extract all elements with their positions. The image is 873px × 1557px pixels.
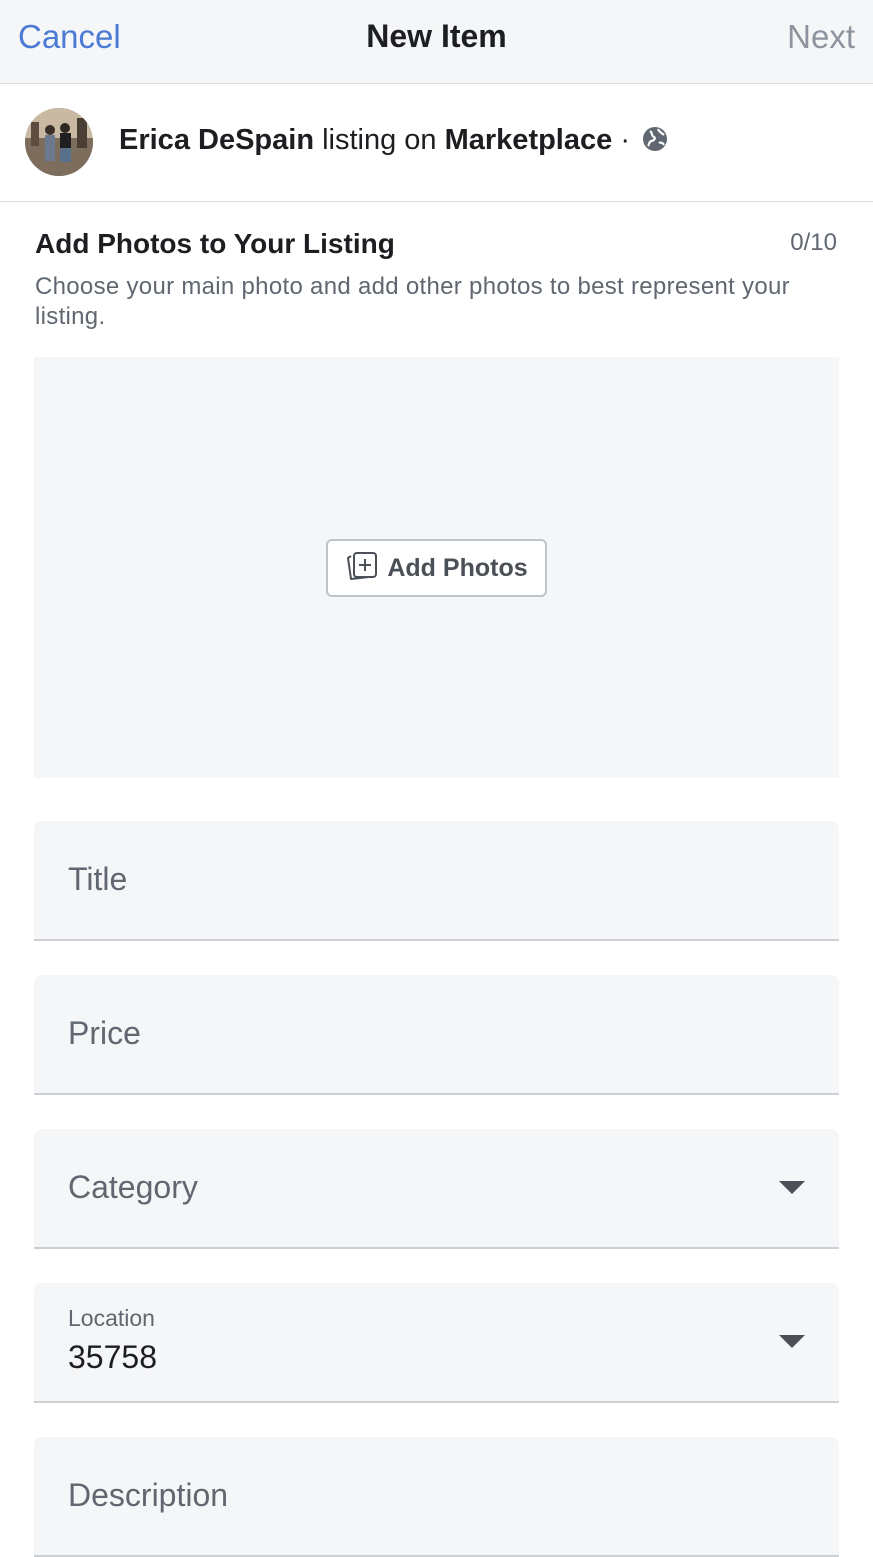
navigation-bar: Cancel New Item Next bbox=[0, 0, 873, 84]
poster-name: Erica DeSpain bbox=[119, 124, 315, 156]
poster-middle-text: listing on bbox=[314, 124, 445, 156]
photos-description: Choose your main photo and add other pho… bbox=[35, 273, 790, 330]
photos-heading: Add Photos to Your Listing bbox=[35, 228, 395, 259]
poster-row: Erica DeSpain listing on Marketplace · bbox=[0, 84, 873, 202]
cancel-button[interactable]: Cancel bbox=[18, 18, 121, 56]
globe-icon[interactable] bbox=[642, 126, 668, 160]
price-field[interactable]: Price bbox=[34, 975, 839, 1095]
page-title: New Item bbox=[366, 18, 507, 54]
title-placeholder: Title bbox=[68, 861, 128, 897]
poster-caption: Erica DeSpain listing on Marketplace · bbox=[119, 124, 668, 160]
poster-separator: · bbox=[612, 124, 630, 156]
category-select[interactable]: Category bbox=[34, 1129, 839, 1249]
price-placeholder: Price bbox=[68, 1015, 141, 1051]
location-value: 35758 bbox=[68, 1339, 157, 1375]
add-photos-button[interactable]: Add Photos bbox=[326, 539, 547, 597]
photo-drop-area[interactable]: Add Photos bbox=[34, 357, 839, 778]
next-button[interactable]: Next bbox=[787, 18, 855, 56]
avatar bbox=[25, 108, 93, 176]
location-label: Location bbox=[68, 1305, 155, 1331]
chevron-down-icon bbox=[779, 1335, 805, 1348]
listing-destination: Marketplace bbox=[444, 124, 613, 156]
add-photos-label: Add Photos bbox=[387, 553, 528, 582]
chevron-down-icon bbox=[779, 1181, 805, 1194]
description-field[interactable]: Description bbox=[34, 1437, 839, 1557]
description-placeholder: Description bbox=[68, 1477, 229, 1513]
title-field[interactable]: Title bbox=[34, 821, 839, 941]
add-photo-icon bbox=[345, 550, 379, 587]
photo-count: 0/10 bbox=[790, 229, 837, 256]
location-select[interactable]: Location 35758 bbox=[34, 1283, 839, 1403]
category-placeholder: Category bbox=[68, 1169, 198, 1205]
